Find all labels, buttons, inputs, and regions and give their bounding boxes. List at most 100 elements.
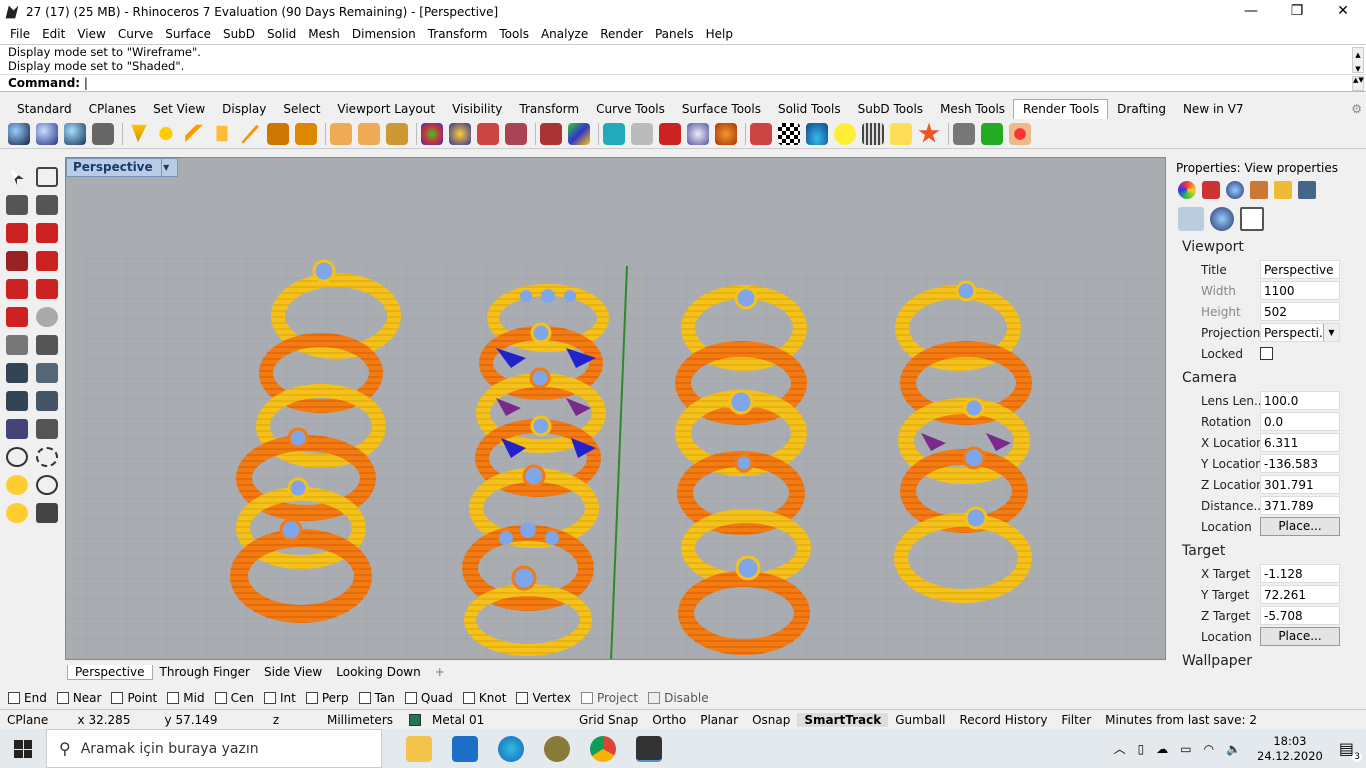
osnap-int[interactable]: Int [263, 691, 296, 705]
units-indicator[interactable]: Millimeters [318, 713, 402, 727]
osnap-quad[interactable]: Quad [404, 691, 453, 705]
mapping-icon[interactable] [540, 122, 562, 145]
water-icon[interactable] [806, 122, 828, 145]
checkbox[interactable] [8, 692, 20, 704]
zoom-extents-icon[interactable] [6, 475, 28, 495]
gumball-toggle[interactable]: Gumball [888, 713, 952, 727]
checker-texture-icon[interactable] [778, 122, 800, 145]
cplane-indicator[interactable]: CPlane [0, 713, 60, 727]
layer-indicator[interactable]: Metal 01 [402, 713, 572, 727]
material-sphere-icon[interactable] [421, 122, 443, 145]
point-light-icon[interactable] [159, 126, 173, 141]
z-location-field[interactable]: 301.791 [1260, 475, 1340, 494]
red-car-icon[interactable] [6, 279, 28, 299]
tab-drafting[interactable]: Drafting [1108, 102, 1174, 116]
file-explorer-icon[interactable] [406, 735, 432, 762]
red-car-icon[interactable] [36, 251, 58, 271]
chrome-icon[interactable] [590, 735, 616, 762]
gizmo-icon[interactable] [36, 335, 58, 355]
tab-new-in-v7[interactable]: New in V7 [1174, 102, 1252, 116]
minimize-button[interactable]: — [1228, 0, 1274, 24]
y-location-field[interactable]: -136.583 [1260, 454, 1340, 473]
command-line[interactable]: Command: | ▲▼ [0, 74, 1366, 92]
command-scrollbar[interactable]: ▲▼ [1352, 76, 1364, 91]
tab-set-view[interactable]: Set View [144, 102, 213, 116]
tab-subd-tools[interactable]: SubD Tools [849, 102, 931, 116]
select-arrow-icon[interactable] [10, 169, 24, 185]
displacement-icon[interactable] [715, 122, 737, 145]
menu-panels[interactable]: Panels [649, 27, 700, 41]
lights-icon[interactable] [1210, 207, 1234, 231]
light-tools-icon[interactable] [358, 122, 380, 145]
osnap-near[interactable]: Near [56, 691, 101, 705]
wallpaper-tab-icon[interactable] [1240, 207, 1264, 231]
wifi-icon[interactable]: ◠ [1204, 742, 1214, 756]
zoom-window-icon[interactable] [36, 447, 58, 467]
render-window-icon[interactable] [64, 122, 86, 145]
menu-transform[interactable]: Transform [422, 27, 494, 41]
airplane-icon[interactable] [6, 419, 28, 439]
decal-icon[interactable] [505, 122, 527, 145]
close-button[interactable]: ✕ [1320, 0, 1366, 24]
clock[interactable]: 18:03 24.12.2020 [1257, 734, 1323, 764]
render-sphere-icon[interactable] [8, 122, 30, 145]
red-device-icon[interactable] [36, 223, 58, 243]
layers-icon[interactable] [1202, 181, 1220, 199]
chevron-down-icon[interactable]: ▼ [1323, 324, 1339, 341]
locked-checkbox[interactable] [1260, 347, 1273, 360]
rotate-view-icon[interactable] [6, 503, 28, 523]
lens-length-field[interactable]: 100.0 [1260, 391, 1340, 410]
red-car-icon[interactable] [36, 279, 58, 299]
checkbox[interactable] [214, 692, 227, 704]
ortho-toggle[interactable]: Ortho [645, 713, 693, 727]
osnap-perp[interactable]: Perp [305, 691, 349, 705]
plane-tool-icon[interactable] [36, 391, 58, 411]
red-tool-icon[interactable] [6, 251, 28, 271]
menu-mesh[interactable]: Mesh [302, 27, 346, 41]
edge-browser-icon[interactable] [498, 735, 524, 762]
tab-side-view[interactable]: Side View [257, 665, 329, 679]
tab-transform[interactable]: Transform [510, 102, 587, 116]
filmstrip-icon[interactable] [953, 122, 975, 145]
checkbox[interactable] [56, 692, 69, 704]
tab-perspective[interactable]: Perspective [67, 664, 153, 680]
battery-icon[interactable]: ▭ [1180, 742, 1191, 756]
y-target-field[interactable]: 72.261 [1260, 585, 1340, 604]
menu-help[interactable]: Help [700, 27, 739, 41]
restore-button[interactable]: ❐ [1274, 0, 1320, 24]
display-icon[interactable] [1226, 181, 1244, 199]
linear-light-icon[interactable] [241, 124, 259, 144]
keyboard-icon[interactable] [862, 122, 884, 145]
chevron-up-icon[interactable]: ︿ [1114, 740, 1126, 757]
width-field[interactable]: 1100 [1260, 281, 1340, 300]
smarttrack-toggle[interactable]: SmartTrack [797, 712, 889, 727]
checkbox[interactable] [516, 692, 529, 704]
tab-mesh-tools[interactable]: Mesh Tools [931, 102, 1013, 116]
menu-view[interactable]: View [71, 27, 111, 41]
texture-icon[interactable] [477, 122, 499, 145]
sphere-tool-icon[interactable] [36, 307, 58, 327]
box-mapping-icon[interactable] [568, 122, 590, 145]
brush-icon[interactable] [1250, 181, 1268, 199]
environment-icon[interactable] [659, 122, 681, 145]
menu-curve[interactable]: Curve [112, 27, 159, 41]
osnap-mid[interactable]: Mid [167, 691, 205, 705]
add-viewport-tab-icon[interactable]: + [428, 665, 452, 679]
taskbar-search-box[interactable]: ⚲ Aramak için buraya yazın [46, 729, 382, 768]
tab-standard[interactable]: Standard [8, 102, 80, 116]
spotlight-icon[interactable] [131, 124, 147, 143]
filter-toggle[interactable]: Filter [1054, 713, 1098, 727]
plane-tool-icon[interactable] [36, 363, 58, 383]
folder-icon[interactable] [890, 122, 912, 145]
checkbox[interactable] [263, 692, 276, 704]
tab-display[interactable]: Display [213, 102, 274, 116]
osnap-vertex[interactable]: Vertex [516, 691, 571, 705]
ground-plane-icon[interactable] [603, 122, 625, 145]
render-save-icon[interactable] [92, 122, 114, 145]
device-icon[interactable]: ▯ [1138, 742, 1145, 756]
pan-view-icon[interactable] [36, 503, 58, 523]
tab-render-tools[interactable]: Render Tools [1013, 99, 1109, 119]
record-history-toggle[interactable]: Record History [952, 713, 1054, 727]
target-icon[interactable] [36, 475, 58, 495]
planar-toggle[interactable]: Planar [693, 713, 745, 727]
